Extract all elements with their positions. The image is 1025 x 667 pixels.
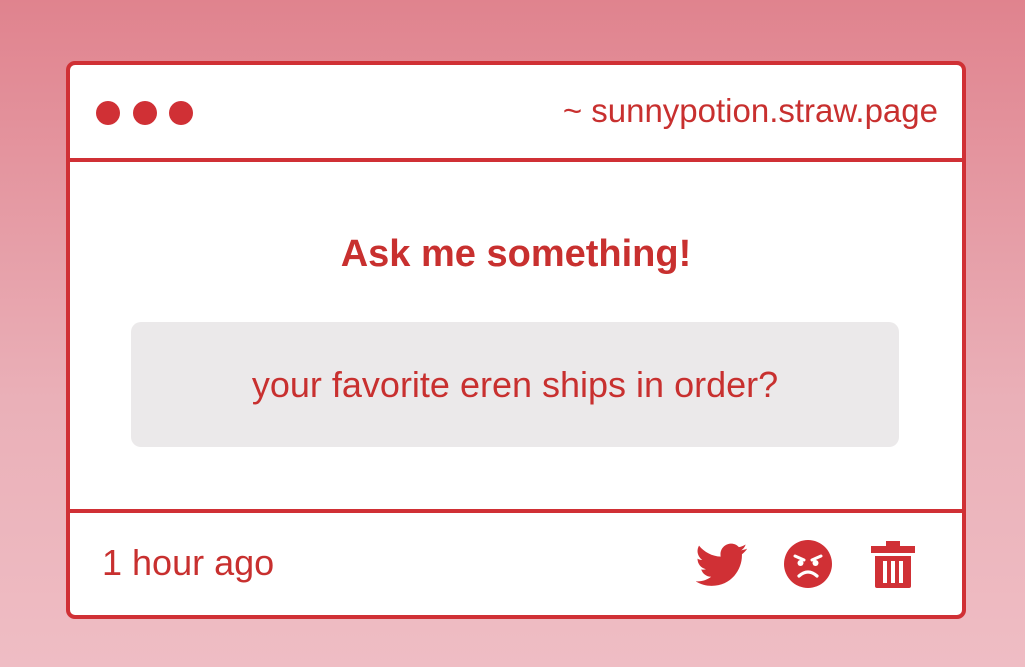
trash-icon bbox=[871, 541, 915, 588]
twitter-icon bbox=[696, 543, 748, 586]
share-twitter-button[interactable] bbox=[696, 538, 748, 590]
delete-button[interactable] bbox=[867, 538, 919, 590]
ask-card: ~ sunnypotion.straw.page Ask me somethin… bbox=[66, 61, 966, 619]
question-text: your favorite eren ships in order? bbox=[251, 364, 779, 405]
card-footer: 1 hour ago bbox=[70, 513, 962, 615]
window-dot-2 bbox=[133, 101, 157, 125]
question-section: Ask me something! your favorite eren shi… bbox=[70, 162, 962, 513]
angry-face-icon bbox=[784, 540, 832, 588]
window-dot-3 bbox=[169, 101, 193, 125]
page-url: ~ sunnypotion.straw.page bbox=[562, 92, 938, 129]
question-box: your favorite eren ships in order? bbox=[131, 322, 899, 447]
window-dot-1 bbox=[96, 101, 120, 125]
page-title: Ask me something! bbox=[340, 233, 692, 275]
window-titlebar: ~ sunnypotion.straw.page bbox=[70, 65, 962, 162]
timestamp: 1 hour ago bbox=[102, 542, 275, 583]
report-button[interactable] bbox=[782, 538, 834, 590]
